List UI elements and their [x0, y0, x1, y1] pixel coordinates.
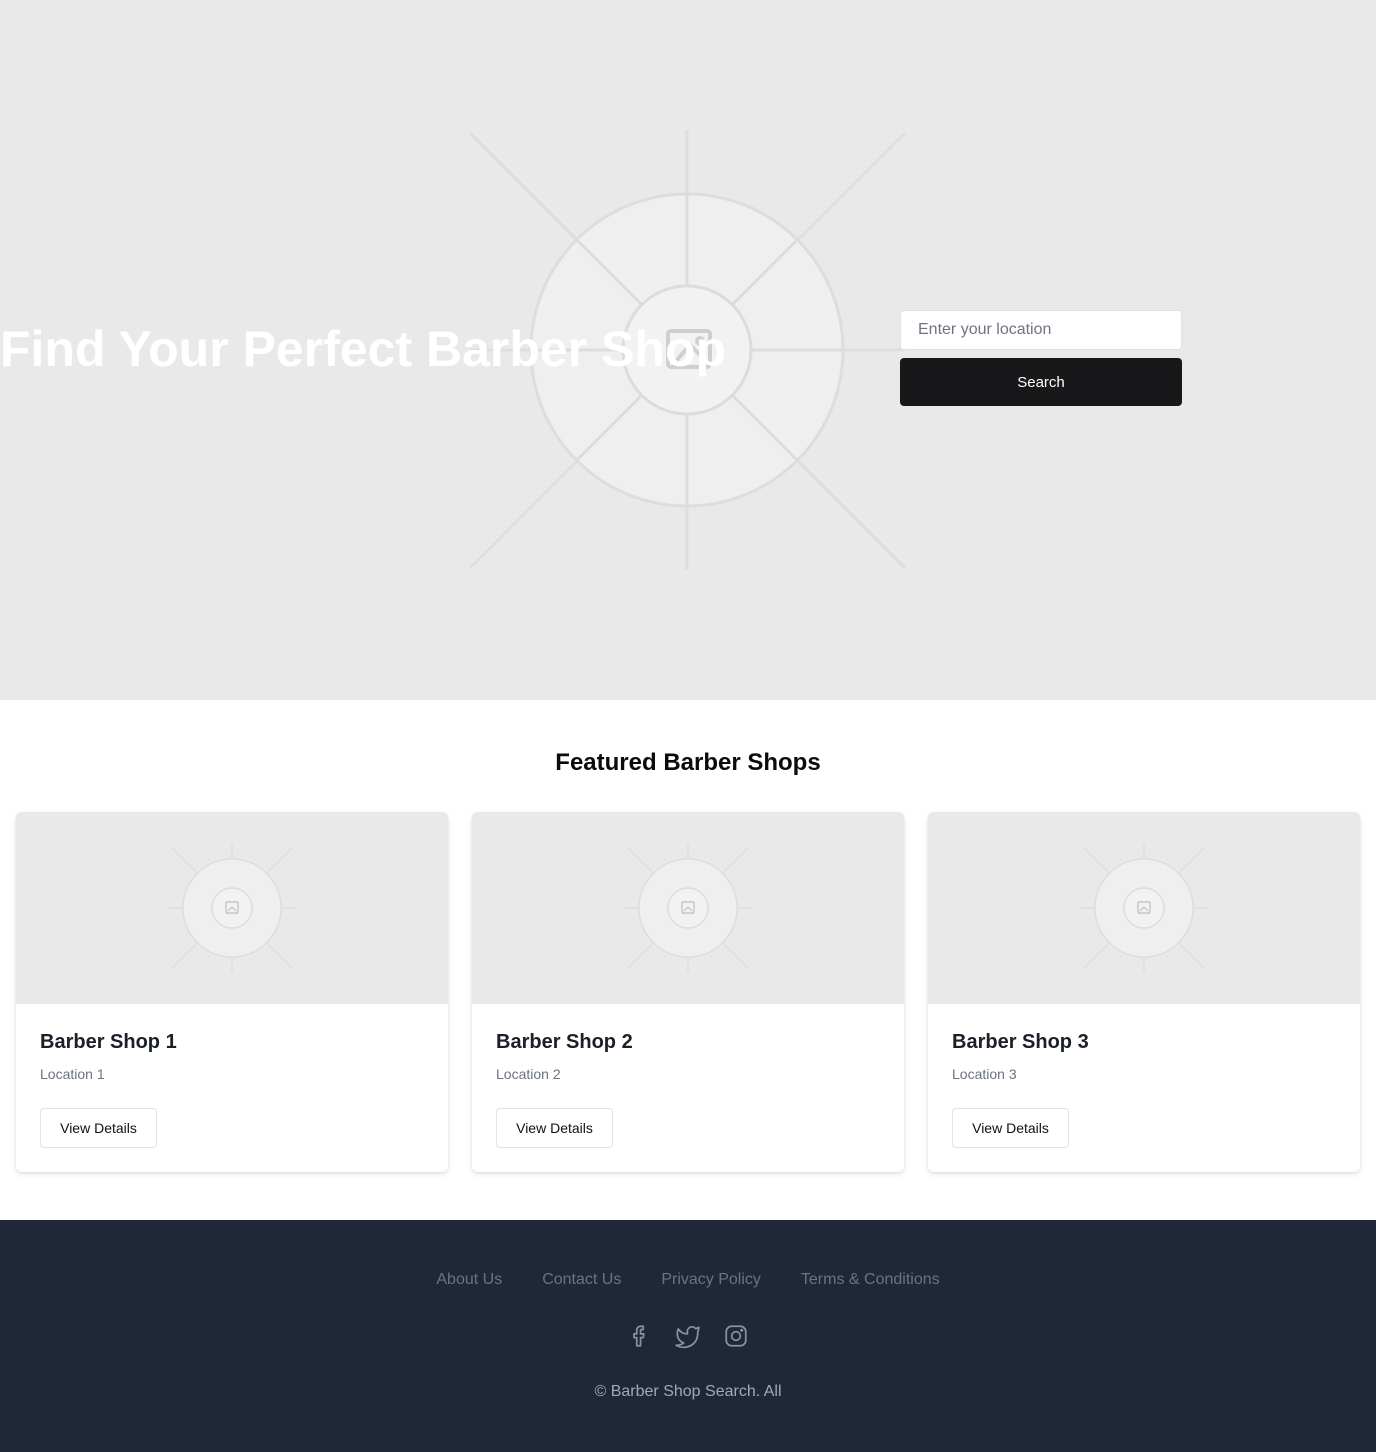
location-search-input[interactable]	[900, 310, 1182, 350]
facebook-icon[interactable]	[627, 1323, 653, 1349]
barber-shop-card: Barber Shop 3 Location 3 View Details	[928, 812, 1360, 1172]
footer-link-contact-us[interactable]: Contact Us	[542, 1270, 621, 1290]
footer-links: About Us Contact Us Privacy Policy Terms…	[0, 1270, 1376, 1290]
barber-shop-card: Barber Shop 1 Location 1 View Details	[16, 812, 448, 1172]
search-button[interactable]: Search	[900, 358, 1182, 406]
shop-location: Location 2	[496, 1066, 561, 1082]
hero-section: Find Your Perfect Barber Shop Search	[0, 0, 1376, 700]
view-details-button[interactable]: View Details	[496, 1108, 613, 1148]
shop-image-placeholder	[928, 812, 1360, 1004]
view-details-button[interactable]: View Details	[952, 1108, 1069, 1148]
footer-link-terms-conditions[interactable]: Terms & Conditions	[801, 1270, 940, 1290]
social-links	[0, 1323, 1376, 1349]
shop-image-placeholder	[472, 812, 904, 1004]
twitter-icon[interactable]	[675, 1323, 701, 1349]
shop-name: Barber Shop 2	[496, 1031, 633, 1053]
view-details-button[interactable]: View Details	[40, 1108, 157, 1148]
location-search-form: Search	[900, 310, 1182, 406]
shop-location: Location 1	[40, 1066, 105, 1082]
barber-shop-card: Barber Shop 2 Location 2 View Details	[472, 812, 904, 1172]
footer-link-privacy-policy[interactable]: Privacy Policy	[661, 1270, 761, 1290]
featured-section-title: Featured Barber Shops	[555, 749, 821, 776]
hero-title: Find Your Perfect Barber Shop	[0, 321, 727, 377]
footer-link-about-us[interactable]: About Us	[436, 1270, 502, 1290]
shop-location: Location 3	[952, 1066, 1017, 1082]
copyright-text: © Barber Shop Search. All	[594, 1383, 782, 1400]
shop-name: Barber Shop 1	[40, 1031, 177, 1053]
shop-name: Barber Shop 3	[952, 1031, 1089, 1053]
shop-image-placeholder	[16, 812, 448, 1004]
instagram-icon[interactable]	[723, 1323, 749, 1349]
